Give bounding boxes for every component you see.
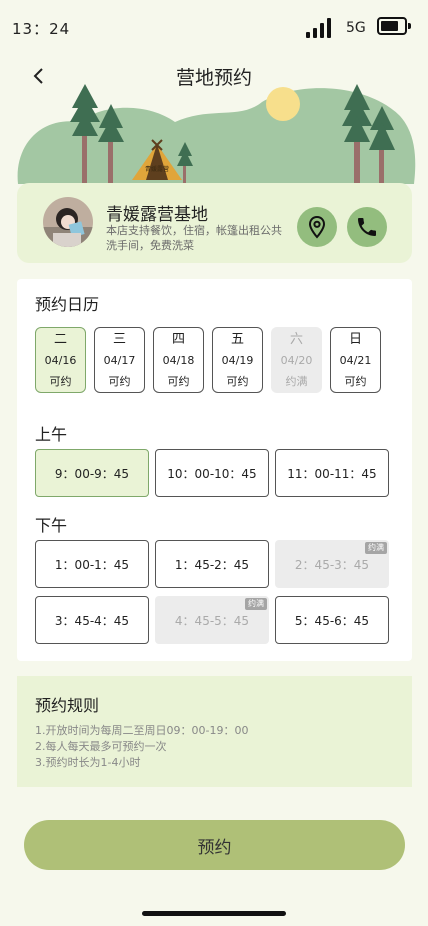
time-slot: 4：45-5：45 约满 — [155, 596, 269, 644]
full-badge: 约满 — [365, 542, 387, 554]
rules-list: 1.开放时间为每周二至周日09：00-19：00 2.每人每天最多可预约一次 3… — [35, 723, 248, 771]
slot-label: 5：45-6：45 — [294, 613, 370, 628]
slot-label: 1：00-1：45 — [54, 557, 130, 572]
day-date: 04/19 — [221, 353, 254, 367]
header-illustration: 青媛露营 — [17, 84, 416, 184]
signal-icon — [306, 18, 331, 38]
calendar-title: 预约日历 — [35, 295, 100, 314]
day-date: 04/21 — [339, 353, 372, 367]
calendar-day[interactable]: 日 04/21 可约 — [330, 327, 381, 393]
calendar-day: 六 04/20 约满 — [271, 327, 322, 393]
rules-title: 预约规则 — [35, 696, 100, 715]
calendar-day[interactable]: 二 04/16 可约 — [35, 327, 86, 393]
day-weekday: 日 — [348, 331, 362, 347]
slot-label: 4：45-5：45 — [174, 613, 250, 628]
slot-label: 2：45-3：45 — [294, 557, 370, 572]
location-pin-icon — [308, 215, 326, 239]
day-status: 可约 — [344, 374, 367, 388]
time-slot[interactable]: 11：00-11：45 — [275, 449, 389, 497]
status-time: 13：24 — [12, 20, 71, 38]
calendar-day[interactable]: 三 04/17 可约 — [94, 327, 145, 393]
day-status: 可约 — [167, 374, 190, 388]
time-slot: 2：45-3：45 约满 — [275, 540, 389, 588]
camp-name: 青媛露营基地 — [106, 205, 208, 225]
network-label: 5G — [346, 20, 366, 36]
slot-label: 10：00-10：45 — [167, 466, 257, 481]
morning-title: 上午 — [35, 425, 68, 444]
day-weekday: 三 — [112, 331, 126, 347]
day-weekday: 二 — [53, 331, 67, 347]
calendar-day[interactable]: 五 04/19 可约 — [212, 327, 263, 393]
home-indicator — [142, 911, 286, 916]
day-status: 约满 — [285, 374, 308, 388]
book-button[interactable]: 预约 — [24, 820, 405, 870]
time-slot[interactable]: 3：45-4：45 — [35, 596, 149, 644]
day-date: 04/17 — [103, 353, 136, 367]
day-weekday: 四 — [171, 331, 185, 347]
day-date: 04/16 — [44, 353, 77, 367]
time-slot[interactable]: 1：00-1：45 — [35, 540, 149, 588]
time-slot[interactable]: 9：00-9：45 — [35, 449, 149, 497]
day-status: 可约 — [108, 374, 131, 388]
page-title: 营地预约 — [175, 67, 252, 89]
afternoon-title: 下午 — [35, 516, 68, 535]
rule-line: 3.预约时长为1-4小时 — [35, 756, 141, 769]
slot-label: 1：45-2：45 — [174, 557, 250, 572]
slot-label: 11：00-11：45 — [287, 466, 377, 481]
call-button[interactable] — [347, 207, 387, 247]
tent-sign: 青媛露营 — [145, 165, 169, 173]
day-date: 04/20 — [280, 353, 313, 367]
avatar — [43, 197, 93, 247]
battery-icon — [377, 17, 411, 35]
full-badge: 约满 — [245, 598, 267, 610]
slot-label: 9：00-9：45 — [54, 466, 130, 481]
day-status: 可约 — [226, 374, 249, 388]
camp-description: 本店支持餐饮，住宿，帐篷出租公共洗手间，免费洗菜 — [106, 224, 282, 252]
phone-icon — [358, 218, 376, 236]
day-weekday: 五 — [230, 331, 244, 347]
rule-line: 1.开放时间为每周二至周日09：00-19：00 — [35, 724, 249, 737]
time-slot[interactable]: 5：45-6：45 — [275, 596, 389, 644]
day-status: 可约 — [49, 374, 72, 388]
rule-line: 2.每人每天最多可预约一次 — [35, 740, 167, 753]
slot-label: 3：45-4：45 — [54, 613, 130, 628]
day-date: 04/18 — [162, 353, 195, 367]
location-button[interactable] — [297, 207, 337, 247]
time-slot[interactable]: 1：45-2：45 — [155, 540, 269, 588]
time-slot[interactable]: 10：00-10：45 — [155, 449, 269, 497]
calendar-day[interactable]: 四 04/18 可约 — [153, 327, 204, 393]
day-weekday: 六 — [289, 331, 303, 347]
